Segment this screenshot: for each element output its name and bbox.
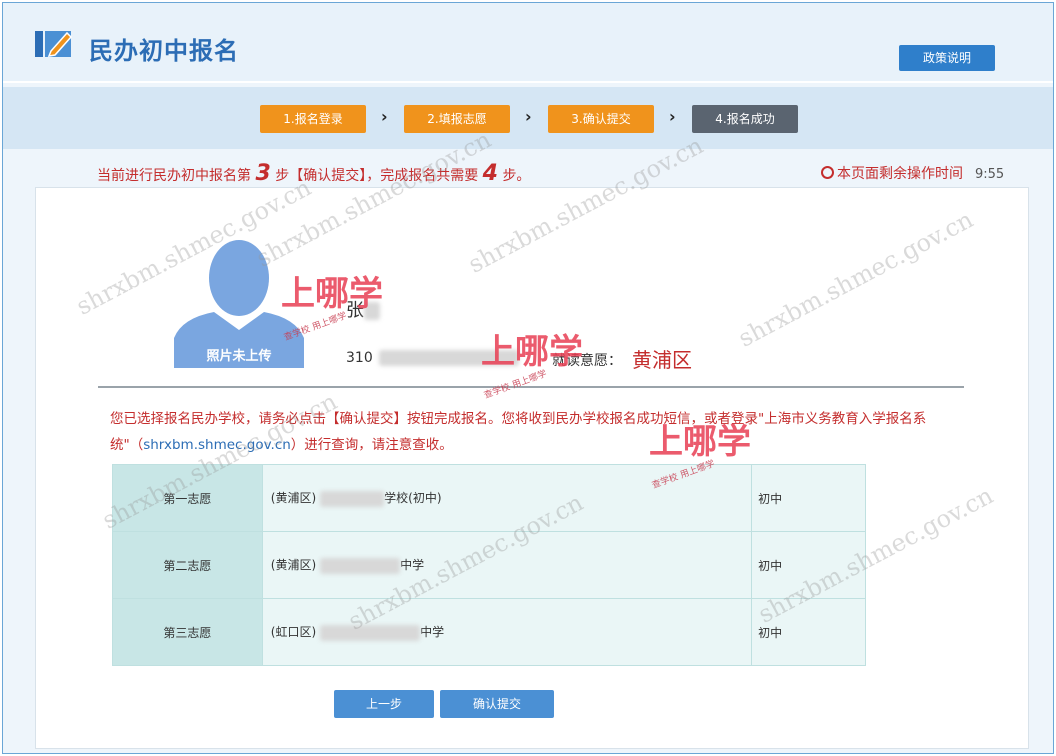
step-4: 4.报名成功 (692, 105, 798, 133)
step-arrow-icon: › (381, 107, 388, 126)
total-steps-number: 4 (482, 161, 498, 186)
header: 民办初中报名 政策说明 (3, 3, 1053, 83)
timer-value: 9:55 (975, 167, 1005, 182)
redacted-text (320, 557, 401, 574)
choice-school: (黄浦区) 学校(初中) (261, 464, 753, 532)
redacted-text (364, 302, 380, 320)
current-step-number: 3 (255, 161, 271, 186)
table-row: 第一志愿 (黄浦区) 学校(初中) 初中 (112, 464, 866, 532)
step-3-current: 3.确认提交 (548, 105, 654, 133)
choice-table: 第一志愿 (黄浦区) 学校(初中) 初中 第二志愿 (黄浦区) 中学 初中 第三志愿… (112, 464, 866, 666)
choice-rank: 第三志愿 (112, 598, 263, 666)
step-2: 2.填报志愿 (404, 105, 510, 133)
submission-notice: 您已选择报名民办学校，请务必点击【确认提交】按钮完成报名。您将收到民办学校报名成… (110, 411, 927, 453)
clock-icon (821, 166, 834, 179)
progress-message: 当前进行民办初中报名第 3 步【确认提交】，完成报名共需要 4 步。 (97, 161, 531, 186)
step-arrow-icon: › (525, 107, 532, 126)
choice-level: 初中 (751, 598, 866, 666)
confirm-submit-button[interactable]: 确认提交 (440, 690, 554, 718)
countdown-timer: 本页面剩余操作时间 9:55 (821, 163, 1004, 183)
photo-caption: 照片未上传 (206, 349, 272, 364)
choice-school: (黄浦区) 中学 (261, 531, 753, 599)
student-photo: 照片未上传 (174, 226, 304, 368)
policy-button[interactable]: 政策说明 (899, 45, 995, 71)
confirmation-panel: 照片未上传 张 310 就读意愿： 黄浦区 您已选择报名民办学校，请务必点击【确… (35, 187, 1029, 749)
system-link[interactable]: shrxbm.shmec.gov.cn (143, 437, 291, 453)
registration-logo-icon (35, 31, 73, 57)
step-progress-bar: 1.报名登录 › 2.填报志愿 › 3.确认提交 › 4.报名成功 (3, 87, 1053, 149)
step-1: 1.报名登录 (260, 105, 366, 133)
choice-rank: 第二志愿 (112, 531, 263, 599)
choice-district: 黄浦区 (632, 348, 692, 372)
choice-level: 初中 (751, 464, 866, 532)
choice-school: (虹口区) 中学 (261, 598, 753, 666)
choice-label: 就读意愿： (552, 353, 622, 369)
student-id: 310 (346, 350, 519, 366)
student-name: 张 (346, 296, 380, 322)
step-arrow-icon: › (669, 107, 676, 126)
previous-step-button[interactable]: 上一步 (334, 690, 434, 718)
choice-level: 初中 (751, 531, 866, 599)
redacted-text (378, 350, 519, 366)
divider (98, 386, 964, 388)
choice-rank: 第一志愿 (112, 464, 263, 532)
table-row: 第二志愿 (黄浦区) 中学 初中 (112, 531, 866, 599)
timer-label: 本页面剩余操作时间 (837, 166, 963, 182)
page-frame: 民办初中报名 政策说明 1.报名登录 › 2.填报志愿 › 3.确认提交 › 4… (2, 2, 1054, 754)
redacted-text (320, 624, 421, 641)
app-title: 民办初中报名 (89, 37, 239, 65)
table-row: 第三志愿 (虹口区) 中学 初中 (112, 598, 866, 666)
redacted-text (320, 490, 385, 507)
